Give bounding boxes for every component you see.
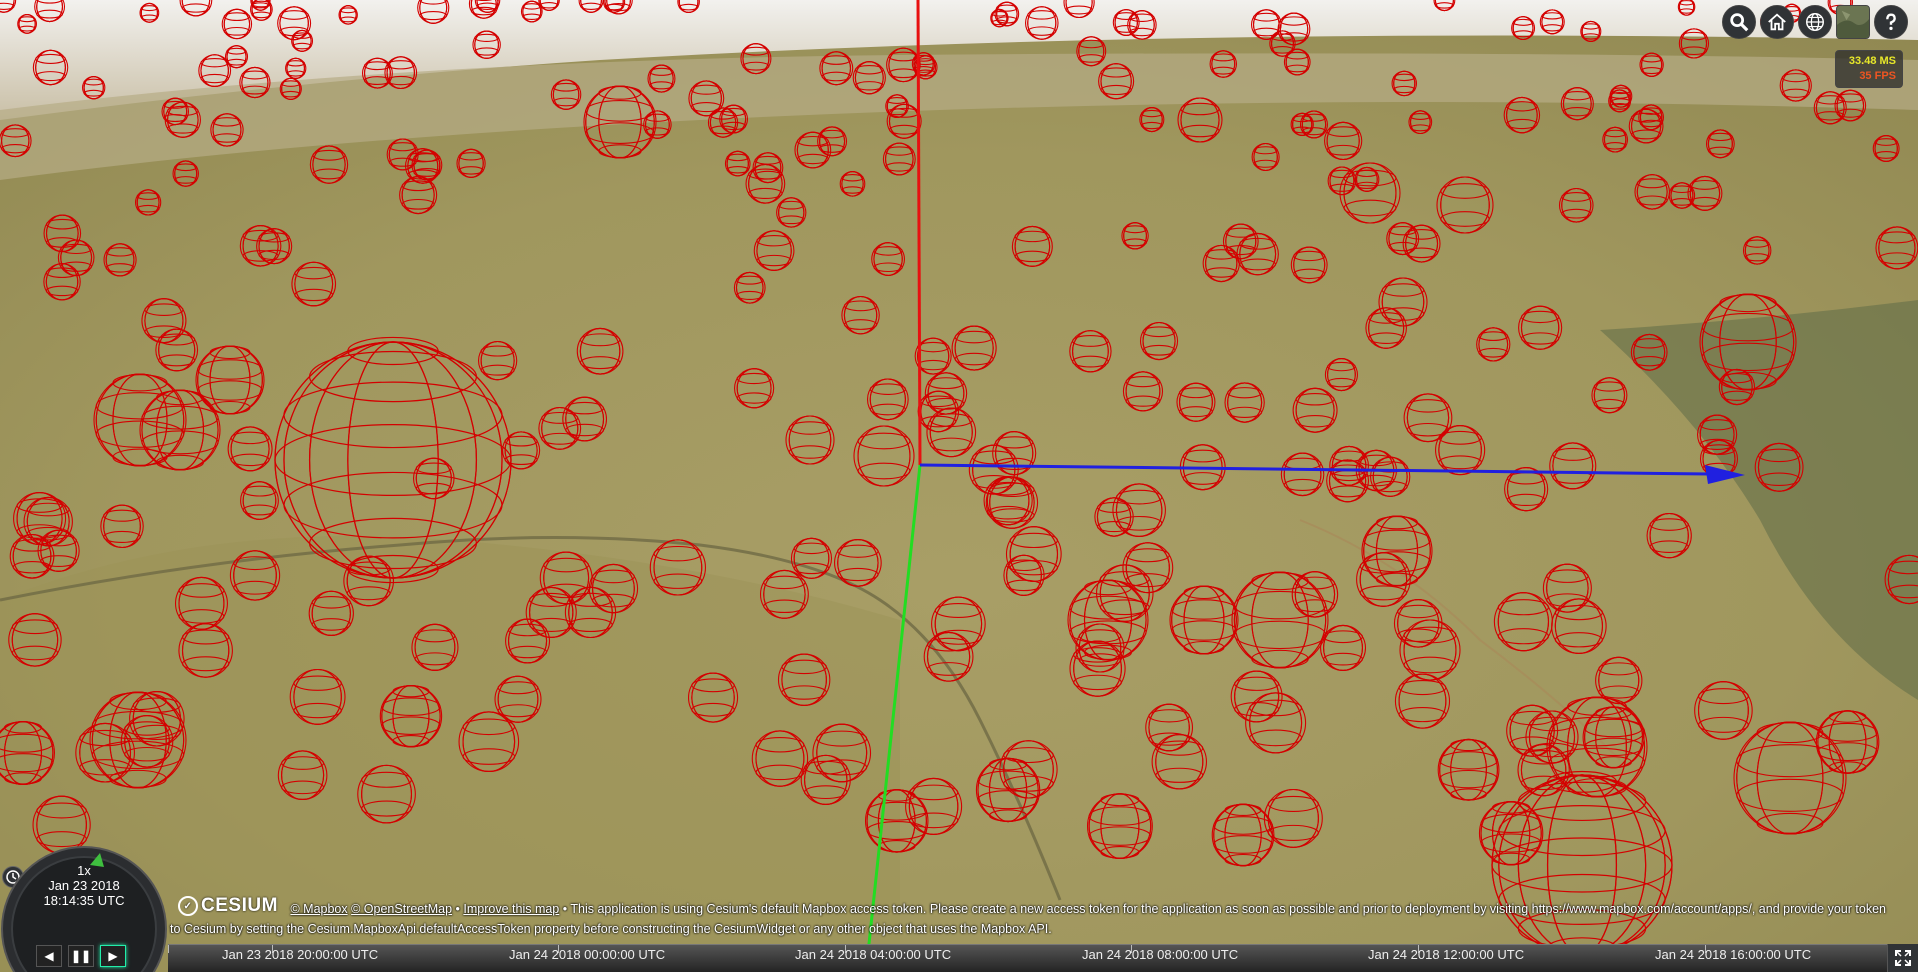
- cesium-viewer-canvas[interactable]: [0, 0, 1918, 972]
- globe-icon: [1806, 13, 1824, 31]
- base-layer-picker-button[interactable]: [1836, 5, 1870, 39]
- timeline[interactable]: Jan 23 2018 20:00:00 UTC Jan 24 2018 00:…: [168, 944, 1888, 972]
- timeline-label: Jan 24 2018 12:00:00 UTC: [1368, 947, 1525, 962]
- timeline-tick: [168, 945, 169, 953]
- timeline-label: Jan 24 2018 08:00:00 UTC: [1082, 947, 1239, 962]
- navigation-help-button[interactable]: [1874, 5, 1908, 39]
- help-icon: [1886, 13, 1896, 31]
- cesium-toolbar: [1722, 5, 1908, 39]
- home-icon: [1768, 13, 1786, 31]
- play-reverse-button[interactable]: ◀: [36, 945, 62, 967]
- credit-container: © Mapbox © OpenStreetMap • Improve this …: [170, 902, 1886, 936]
- search-icon: [1730, 13, 1749, 32]
- pause-icon: ❚❚: [70, 949, 92, 963]
- speed-label: 1x: [77, 863, 91, 878]
- animation-widget: 1x Jan 23 2018 18:14:35 UTC ◀ ❚❚ ▶: [0, 845, 168, 972]
- play-forward-button[interactable]: ▶: [100, 945, 126, 967]
- timeline-label: Jan 24 2018 00:00:00 UTC: [509, 947, 666, 962]
- play-reverse-icon: ◀: [44, 949, 54, 963]
- pause-button[interactable]: ❚❚: [68, 945, 94, 967]
- timeline-label: Jan 24 2018 04:00:00 UTC: [795, 947, 952, 962]
- imagery-picker-icon: [1837, 6, 1869, 38]
- fullscreen-icon: [1895, 950, 1911, 966]
- date-label: Jan 23 2018: [48, 878, 120, 893]
- frame-time-text: 33.48 MS: [1848, 55, 1896, 67]
- play-icon: ▶: [108, 949, 118, 963]
- axis-z-line: [916, 0, 922, 466]
- timeline-label: Jan 23 2018 20:00:00 UTC: [222, 947, 379, 962]
- geocoder-search-button[interactable]: [1722, 5, 1756, 39]
- fullscreen-button[interactable]: [1887, 944, 1918, 972]
- scene-mode-button[interactable]: [1798, 5, 1832, 39]
- improve-map-link[interactable]: Improve this map: [463, 902, 559, 916]
- time-label: 18:14:35 UTC: [43, 893, 125, 908]
- performance-display: 33.48 MS 35 FPS: [1835, 50, 1903, 88]
- home-button[interactable]: [1760, 5, 1794, 39]
- timeline-label: Jan 24 2018 16:00:00 UTC: [1655, 947, 1812, 962]
- osm-credit-link[interactable]: © OpenStreetMap: [351, 902, 452, 916]
- mapbox-credit-link[interactable]: © Mapbox: [290, 902, 347, 916]
- fps-text: 35 FPS: [1859, 70, 1896, 82]
